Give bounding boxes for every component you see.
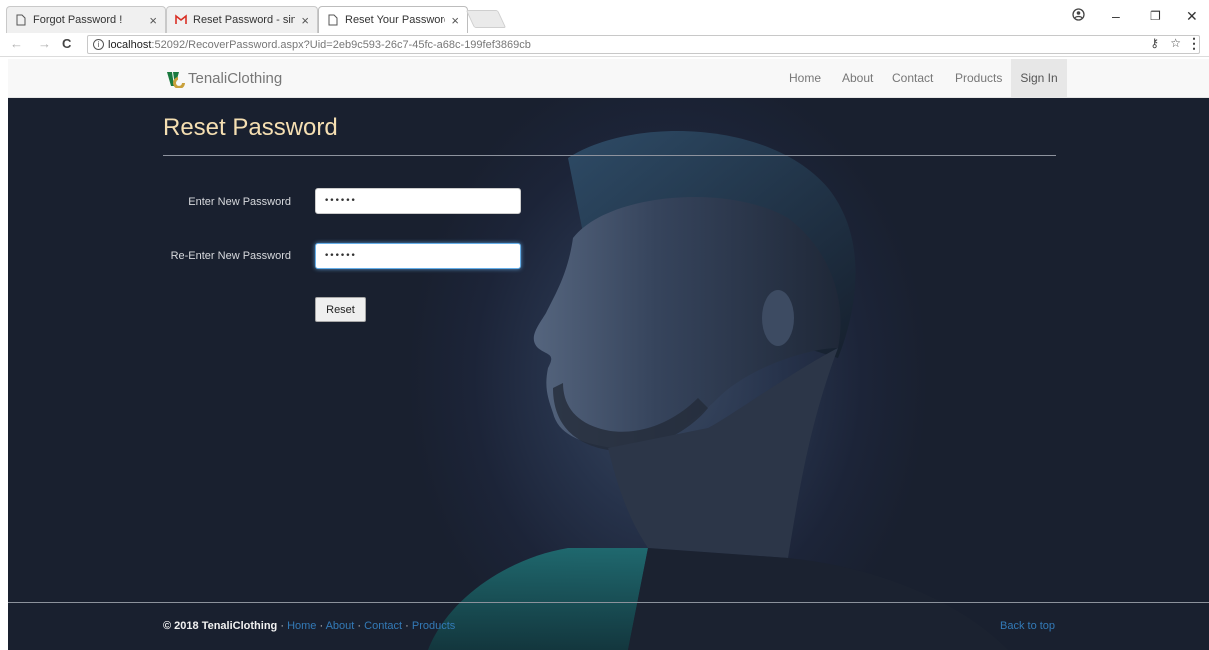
minimize-icon[interactable]: –: [1112, 8, 1120, 24]
reload-icon[interactable]: C: [62, 36, 71, 51]
close-window-icon[interactable]: ✕: [1186, 8, 1198, 25]
title-divider: [163, 155, 1056, 156]
reenter-password-input[interactable]: ••••••: [315, 243, 521, 269]
new-password-input[interactable]: ••••••: [315, 188, 521, 214]
tab-title: Reset Password - singha: [193, 14, 296, 26]
nav-about[interactable]: About: [842, 71, 873, 85]
url-input[interactable]: i localhost:52092/RecoverPassword.aspx?U…: [87, 35, 1200, 54]
footer-separator: ·: [280, 620, 284, 632]
url-host: localhost: [108, 38, 152, 51]
footer-separator: ·: [319, 620, 324, 632]
footer: © 2018 TenaliClothing · Home · About · C…: [163, 620, 455, 632]
close-icon[interactable]: ×: [149, 13, 157, 28]
page-icon: [328, 14, 338, 26]
info-icon[interactable]: i: [93, 39, 104, 50]
footer-divider: [8, 602, 1209, 603]
browser-tab-strip: Forgot Password ! × Reset Password - sin…: [0, 0, 1209, 33]
nav-products[interactable]: Products: [955, 71, 1002, 85]
tab-title: Forgot Password !: [33, 14, 123, 26]
browser-menu-icon[interactable]: ⋮: [1187, 35, 1201, 52]
footer-link-contact[interactable]: Contact: [364, 620, 402, 632]
tab-forgot-password[interactable]: Forgot Password ! ×: [6, 6, 166, 33]
tenali-logo-icon: [167, 72, 185, 88]
footer-link-products[interactable]: Products: [412, 620, 455, 632]
page-icon: [16, 14, 26, 26]
page-title: Reset Password: [163, 114, 338, 141]
footer-copyright: © 2018 TenaliClothing: [163, 620, 278, 632]
profile-icon[interactable]: [1072, 8, 1085, 24]
footer-separator: ·: [357, 620, 362, 632]
tab-reset-your-password[interactable]: Reset Your Password ×: [318, 6, 468, 33]
tab-title: Reset Your Password: [345, 14, 446, 26]
address-bar: ← → C i localhost:52092/RecoverPassword.…: [0, 33, 1209, 57]
brand-name: TenaliClothing: [188, 70, 283, 87]
reset-button[interactable]: Reset: [315, 297, 366, 322]
hero-background-image: [428, 130, 1008, 650]
back-to-top-link[interactable]: Back to top: [1000, 620, 1055, 632]
restore-icon[interactable]: ❐: [1150, 9, 1161, 23]
footer-separator: ·: [405, 620, 409, 632]
nav-home[interactable]: Home: [789, 71, 821, 85]
footer-link-home[interactable]: Home: [287, 620, 316, 632]
tab-gmail[interactable]: Reset Password - singha ×: [166, 6, 318, 33]
sign-in-label: Sign In: [1020, 71, 1058, 85]
url-path: :52092/RecoverPassword.aspx?Uid=2eb9c593…: [151, 38, 531, 51]
back-icon[interactable]: ←: [10, 36, 23, 51]
footer-link-about[interactable]: About: [326, 620, 355, 632]
new-tab-button[interactable]: [465, 10, 507, 28]
site-navbar: TenaliClothing Home About Contact Produc…: [8, 59, 1209, 98]
new-password-label: Enter New Password: [188, 196, 291, 208]
forward-icon[interactable]: →: [38, 36, 51, 51]
gmail-icon: [175, 14, 187, 24]
close-icon[interactable]: ×: [451, 13, 459, 28]
nav-sign-in[interactable]: Sign In: [1011, 59, 1067, 97]
nav-contact[interactable]: Contact: [892, 71, 933, 85]
close-icon[interactable]: ×: [301, 13, 309, 28]
reenter-password-label: Re-Enter New Password: [170, 250, 291, 262]
brand-link[interactable]: TenaliClothing: [166, 69, 282, 88]
key-icon[interactable]: ⚷: [1150, 36, 1159, 50]
reset-button-label: Reset: [326, 303, 355, 316]
hero-section: Reset Password Enter New Password ••••••…: [8, 98, 1209, 650]
star-icon[interactable]: ☆: [1170, 36, 1181, 50]
